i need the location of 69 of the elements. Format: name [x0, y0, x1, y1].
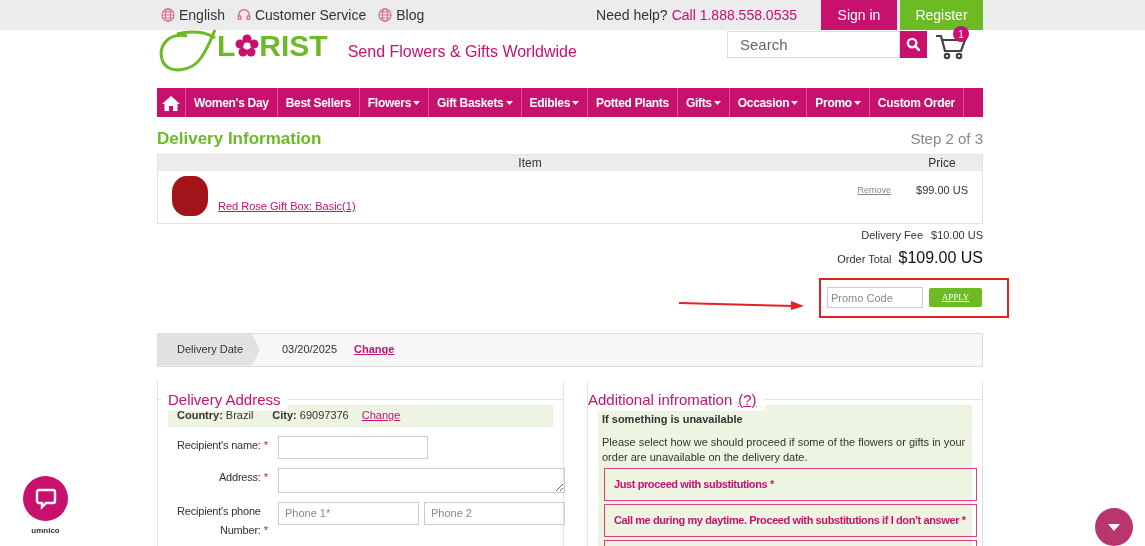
option-button[interactable]: Call me during my daytime. Proceed with substitutions if I don’t answer * [604, 504, 977, 537]
fee-label: Delivery Fee [861, 228, 923, 243]
product-link[interactable]: Red Rose Gift Box: Basic(1) [218, 198, 356, 215]
nav-item[interactable]: Best Sellers [277, 88, 360, 117]
chat-button[interactable] [23, 476, 68, 521]
required-mark: * [263, 522, 268, 538]
column-header: Item [517, 155, 543, 171]
item-price: $99.00 US [916, 183, 968, 198]
logo-text: RIST [259, 31, 328, 61]
nav-item[interactable]: Gifts [677, 88, 730, 117]
delivery-date-value: 03/20/2025 [282, 342, 338, 358]
required-mark: * [263, 469, 268, 485]
required-mark: * [263, 437, 268, 453]
nav-item[interactable]: Women's Day [186, 88, 278, 117]
field-label: Address: [217, 469, 261, 485]
text-input-field[interactable] [278, 435, 428, 459]
nav-item[interactable]: Gift Baskets [429, 88, 522, 117]
speech-bubble-icon [34, 487, 57, 510]
globe-icon [378, 8, 393, 22]
options-heading: If something is unavailable [602, 411, 744, 427]
phone-link[interactable]: Call 1.888.558.0535 [671, 4, 797, 26]
address-input-field[interactable] [278, 467, 565, 493]
search-field[interactable]: Search [727, 31, 900, 58]
cart-count-badge: 1 [953, 26, 969, 42]
change-location-link[interactable]: Change [361, 407, 401, 424]
option-button[interactable]: Just proceed with substitutions * [604, 468, 977, 501]
search-button[interactable] [900, 31, 927, 58]
country-label: Country: [177, 408, 223, 424]
globe-icon [161, 8, 175, 22]
scroll-down-button[interactable] [1095, 508, 1133, 546]
country-value: Brazil [225, 408, 254, 424]
top-link[interactable]: Blog [378, 4, 425, 26]
top-link[interactable]: English [161, 4, 225, 26]
tagline: Send Flowers & Gifts Worldwide [347, 42, 577, 62]
nav-item[interactable]: Flowers [359, 88, 430, 117]
logo-text: L [217, 31, 236, 61]
sign-in-button[interactable]: Sign in [821, 0, 897, 30]
search-icon [906, 37, 921, 52]
city-label: City: [272, 408, 297, 424]
delivery-date-label: Delivery Date [158, 333, 260, 366]
caret-icon [1108, 523, 1120, 531]
fee-value: $10.00 US [931, 228, 983, 243]
nav-item[interactable]: Custom Order [869, 88, 964, 117]
swirl-icon [157, 28, 217, 74]
total-label: Order Total [837, 251, 892, 267]
chat-widget-label: umnico [31, 525, 60, 537]
promo-code-field[interactable]: Promo Code [827, 287, 923, 308]
home-icon [162, 94, 180, 111]
nav-item[interactable]: Promo [807, 88, 870, 117]
remove-link[interactable]: Remove [857, 184, 891, 198]
step-indicator: Step 2 of 3 [910, 128, 983, 149]
phone-input-field[interactable]: Phone 2 [424, 501, 565, 525]
city-value: 69097376 [299, 408, 349, 424]
change-date-link[interactable]: Change [354, 341, 395, 358]
nav-item[interactable]: Edibles [521, 88, 589, 117]
product-photo-placeholder [172, 176, 208, 216]
help-text: Need help? [596, 5, 668, 25]
top-link[interactable]: Customer Service [236, 4, 367, 26]
flower-icon [235, 34, 260, 58]
options-description: Please select how we should proceed if some of the flowers or gifts in your order are unavailable on the delivery date. [602, 435, 967, 465]
field-label: Recipient's phone Number: [176, 503, 261, 538]
phone-input-field[interactable]: Phone 1* [278, 501, 419, 525]
total-value: $109.00 US [898, 247, 983, 268]
field-label: Recipient's name: [176, 437, 261, 453]
nav-item[interactable]: Occasion [729, 88, 808, 117]
page-title: Delivery Information [157, 128, 322, 151]
headset-icon [236, 8, 251, 22]
nav-item[interactable]: Potted Plants [588, 88, 678, 117]
column-header: Price [927, 155, 957, 171]
